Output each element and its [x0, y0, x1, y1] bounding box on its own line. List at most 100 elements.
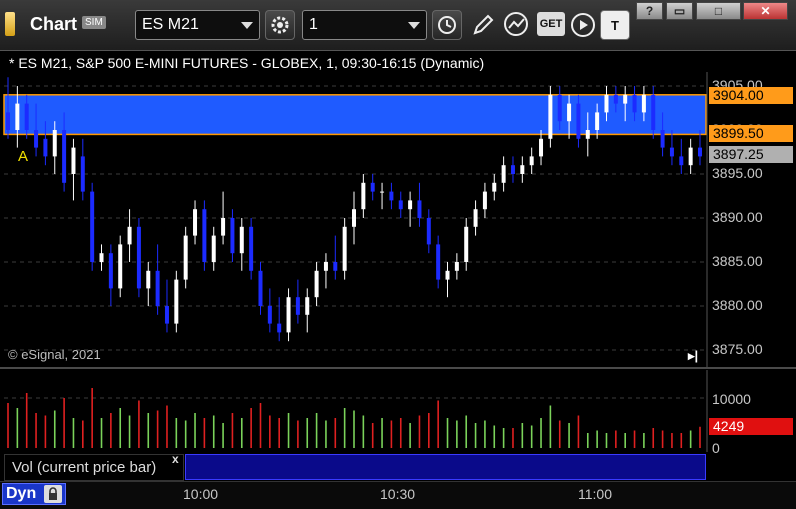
candle-body: [482, 191, 487, 210]
candle-body: [230, 218, 235, 254]
pencil-icon[interactable]: [470, 12, 496, 38]
lock-icon[interactable]: [44, 485, 62, 503]
candle-body: [164, 306, 169, 324]
play-icon[interactable]: [570, 12, 596, 38]
pane-divider[interactable]: [0, 367, 796, 369]
candle-body: [604, 94, 609, 113]
candle-body: [389, 191, 394, 201]
interval-select[interactable]: 1: [302, 10, 427, 40]
candle-body: [202, 209, 207, 262]
price-chart[interactable]: [0, 72, 796, 372]
maximize-button[interactable]: □: [696, 2, 741, 20]
dyn-mode-button[interactable]: Dyn: [2, 483, 66, 505]
price-tick-label: 3895.00: [712, 165, 763, 181]
close-button[interactable]: ✕: [743, 2, 788, 20]
candle-body: [398, 200, 403, 210]
chevron-down-icon: [408, 22, 420, 29]
scroll-to-end-icon[interactable]: ▸|: [688, 348, 698, 364]
candle-body: [529, 156, 534, 166]
candle-body: [595, 112, 600, 130]
candle-body: [510, 165, 515, 174]
candle-body: [557, 94, 562, 122]
candle-body: [52, 130, 57, 157]
candle-body: [108, 253, 113, 289]
candle-body: [314, 270, 319, 298]
candle-body: [408, 200, 413, 210]
candle-body: [211, 235, 216, 262]
restore-button[interactable]: ▭: [666, 2, 693, 20]
candle-body: [464, 226, 469, 262]
clock-icon[interactable]: [432, 10, 462, 40]
candle-body: [277, 323, 282, 333]
chart-header: * ES M21, S&P 500 E-MINI FUTURES - GLOBE…: [9, 55, 485, 71]
get-label: GET: [539, 18, 563, 30]
candle-body: [146, 270, 151, 289]
candle-body: [352, 209, 356, 227]
close-pane-icon[interactable]: x: [172, 452, 179, 466]
candle-body: [492, 182, 497, 192]
price-tick-label: 3880.00: [712, 297, 763, 313]
candle-body: [221, 218, 226, 236]
candle-body: [258, 270, 263, 306]
candle-body: [623, 94, 628, 104]
volume-title: Vol (current price bar): [12, 459, 157, 476]
candle-body: [15, 103, 20, 130]
dyn-label: Dyn: [6, 485, 37, 502]
time-label-1030: 10:30: [380, 486, 416, 502]
candle-body: [286, 297, 291, 333]
candle-body: [43, 138, 48, 157]
candle-body: [539, 138, 544, 157]
candle-body: [567, 103, 572, 122]
candle-body: [454, 262, 459, 271]
zone-upper-tag: 3904.00: [709, 87, 793, 104]
vol-tick-10000: 10000: [712, 391, 751, 407]
candle-body: [193, 209, 198, 236]
indicator-icon[interactable]: [502, 10, 532, 40]
candle-body: [632, 94, 637, 113]
zone-lower-tag: 3899.50: [709, 125, 793, 142]
price-zone: [3, 94, 707, 136]
candle-body: [118, 244, 123, 289]
candle-body: [249, 226, 254, 271]
candle-body: [80, 156, 85, 192]
candle-body: [34, 130, 39, 148]
candle-body: [370, 182, 375, 192]
vol-tick-0: 0: [712, 440, 720, 456]
get-data-icon[interactable]: GET: [537, 12, 565, 36]
window-title: Chart: [30, 14, 78, 34]
candle-body: [641, 94, 646, 113]
candle-body: [576, 103, 581, 139]
link-gear-icon[interactable]: [265, 10, 295, 40]
candle-body: [333, 262, 338, 271]
candle-body: [445, 270, 450, 280]
price-tick-label: 3890.00: [712, 209, 763, 225]
time-label-1100: 11:00: [578, 486, 612, 502]
text-icon[interactable]: T: [600, 10, 630, 40]
help-button[interactable]: ?: [636, 2, 663, 20]
candle-body: [342, 226, 347, 271]
time-label-1000: 10:00: [183, 486, 219, 502]
volume-chart[interactable]: [0, 370, 710, 452]
candle-body: [380, 191, 385, 193]
candle-body: [548, 94, 553, 139]
marker-label: A: [18, 148, 29, 165]
last-price-tag: 3897.25: [709, 146, 793, 163]
candle-body: [698, 147, 702, 157]
candle-body: [183, 235, 188, 280]
candle-body: [24, 103, 29, 130]
symbol-select[interactable]: ES M21: [135, 10, 260, 40]
candle-body: [127, 226, 132, 245]
candle-body: [426, 218, 431, 245]
sim-badge: SIM: [82, 16, 106, 29]
candle-body: [669, 147, 674, 157]
candle-body: [155, 270, 160, 306]
toolbar: Chart SIM ES M21 1 GET T ? ▭ □ ✕: [0, 0, 796, 51]
candle-body: [585, 130, 590, 139]
chevron-down-icon: [241, 22, 253, 29]
candle-body: [305, 297, 310, 315]
chart-panel-icon: [5, 12, 15, 36]
candle-body: [90, 191, 95, 262]
candle-body: [136, 226, 141, 289]
candle-body: [71, 147, 76, 174]
price-tick-label: 3885.00: [712, 253, 763, 269]
